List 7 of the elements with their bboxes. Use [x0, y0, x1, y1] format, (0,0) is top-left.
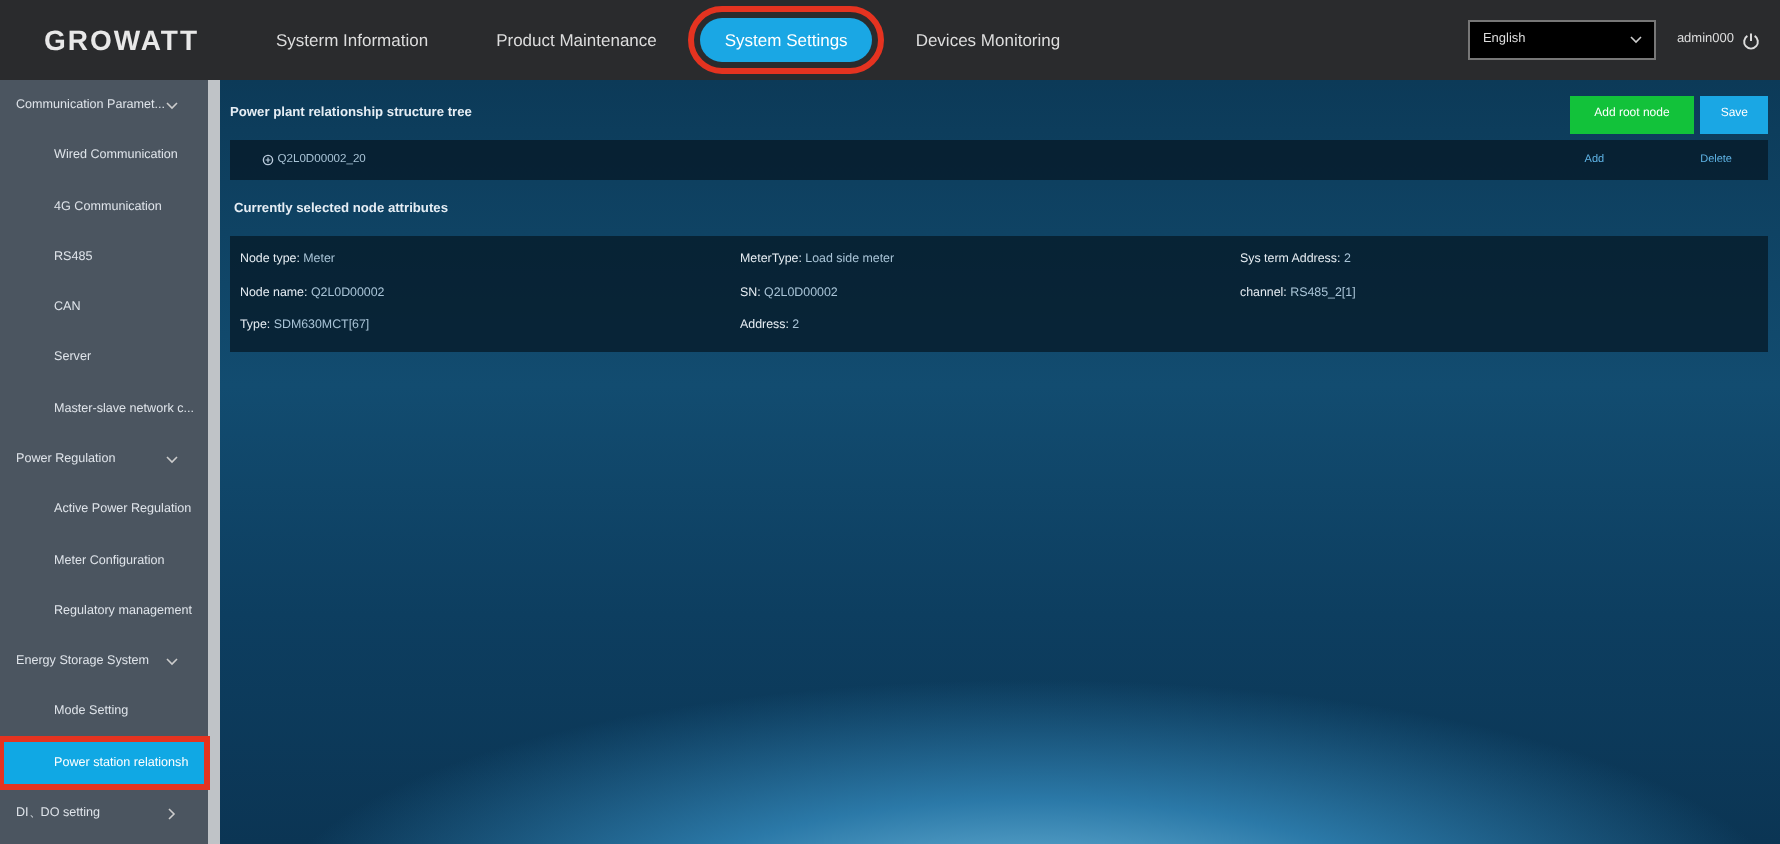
caret-icon	[1630, 36, 1643, 44]
logo: GROWATT	[44, 21, 202, 59]
add-circle-icon	[262, 154, 274, 166]
nav-tab[interactable]: Systerm Information	[252, 17, 453, 63]
nav-tab[interactable]: Product Maintenance	[472, 17, 681, 63]
nav-tab[interactable]: Devices Monitoring	[891, 17, 1085, 63]
power-icon[interactable]	[1742, 31, 1760, 49]
